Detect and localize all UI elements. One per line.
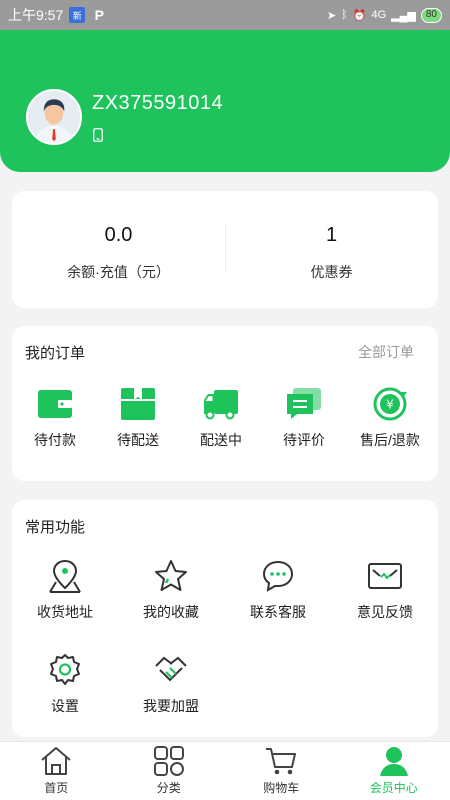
function-label: 意见反馈 [357,604,413,620]
battery-indicator: 80 [420,7,442,23]
signal-icon: ▂▄▆ [391,9,416,22]
function-label: 我要加盟 [143,698,199,714]
mail-icon [368,563,402,589]
home-icon [41,747,71,775]
comment-icon [287,388,321,419]
orders-title: 我的订单 [25,345,86,362]
tab-cart[interactable]: 购物车 [225,742,338,800]
box-icon [121,388,155,420]
all-orders-link[interactable]: 全部订单 [358,342,414,362]
alarm-icon: ⏰ [352,9,367,22]
user-avatar-icon [28,91,80,143]
phone-icon [93,128,103,142]
order-item-label: 售后/退款 [360,432,420,448]
status-bar: 上午9:57 新 P ➤ ᛒ ⏰ 4G ▂▄▆ 80 [0,0,450,30]
order-refund[interactable]: ¥ 售后/退款 [347,386,433,450]
order-pending-payment[interactable]: 待付款 [12,386,98,450]
tab-member-center[interactable]: 会员中心 [338,742,450,800]
network-type: 4G [371,9,387,21]
function-customer-service[interactable]: 联系客服 [225,558,331,622]
tab-home[interactable]: 首页 [0,742,113,800]
refund-icon: ¥ [373,387,407,421]
function-label: 设置 [51,698,79,714]
handshake-icon [155,656,187,682]
balance-amount: 0.0 [104,224,133,246]
order-item-label: 配送中 [200,432,242,448]
location-status-icon: ➤ [326,9,337,22]
coupons-section[interactable]: 1 优惠券 [225,191,438,308]
category-icon [153,746,184,776]
balance-section[interactable]: 0.0 余额·充值（元） [12,191,225,308]
functions-card: 常用功能 收货地址 我的收藏 联系客服 意见反馈 设置 我要加盟 [12,500,438,737]
wallet-icon [38,390,72,418]
orders-card: 我的订单 全部订单 待付款 待配送 配送中 待评价 ¥ 售后/退款 [12,326,438,481]
function-favorites[interactable]: 我的收藏 [118,558,224,622]
function-feedback[interactable]: 意见反馈 [332,558,438,622]
balance-label: 余额·充值（元） [67,264,170,280]
balance-card: 0.0 余额·充值（元） 1 优惠券 [12,191,438,308]
avatar[interactable] [26,89,82,145]
function-settings[interactable]: 设置 [12,652,118,716]
member-icon [379,747,408,776]
coupons-count: 1 [325,224,338,246]
function-address[interactable]: 收货地址 [12,558,118,622]
tab-category[interactable]: 分类 [113,742,226,800]
username: ZX375591014 [92,92,224,114]
order-pending-delivery[interactable]: 待配送 [95,386,181,450]
coupons-label: 优惠券 [310,264,353,280]
bottom-tab-bar: 首页 分类 购物车 会员中心 [0,741,450,800]
function-label: 收货地址 [37,604,93,620]
star-icon [155,560,187,591]
order-in-delivery[interactable]: 配送中 [178,386,264,450]
status-time: 上午9:57 [8,7,64,23]
function-label: 我的收藏 [143,604,199,620]
order-item-label: 待付款 [34,432,76,448]
location-icon [49,559,81,593]
functions-title: 常用功能 [25,519,86,536]
cart-icon [266,748,297,775]
bluetooth-icon: ᛒ [341,9,348,21]
truck-icon [204,390,238,420]
function-join[interactable]: 我要加盟 [118,652,224,716]
tab-label: 购物车 [263,781,300,795]
order-item-label: 待配送 [117,432,159,448]
chat-icon [262,560,294,592]
tab-label: 会员中心 [369,781,418,795]
tab-label: 首页 [44,781,69,795]
function-label: 联系客服 [250,604,306,620]
order-item-label: 待评价 [283,432,325,448]
svg-text:¥: ¥ [386,398,394,412]
order-pending-review[interactable]: 待评价 [261,386,347,450]
notification-p-icon: P [94,7,104,23]
notification-app-icon: 新 [69,7,86,23]
settings-icon [50,654,80,685]
profile-header: ZX375591014 [0,30,450,172]
tab-label: 分类 [156,781,181,795]
